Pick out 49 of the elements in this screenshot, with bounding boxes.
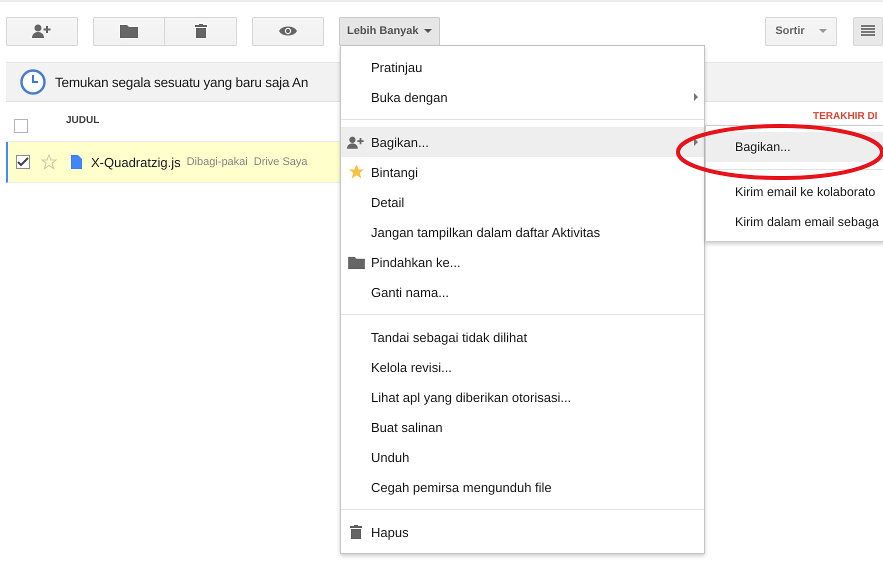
menu-item[interactable]: Buka dengan [341,82,704,112]
submenu-arrow-icon [694,138,698,146]
file-name[interactable]: X-Quadratzig.js [91,154,181,170]
menu-item[interactable]: Kelola revisi... [341,352,704,382]
menu-item[interactable]: Hapus [341,517,704,547]
clock-icon [20,69,46,95]
menu-item[interactable]: Kirim email ke kolaborato [706,177,883,207]
menu-item[interactable]: Buat salinan [341,412,704,442]
sort-button[interactable]: Sortir [765,16,837,46]
menu-item[interactable]: Unduh [341,442,704,472]
file-tag: Drive Saya [254,156,308,168]
caret-icon [424,29,432,33]
menu-item[interactable]: Bagikan... [706,132,883,162]
list-view-button[interactable] [853,16,883,46]
eye-icon [279,25,297,37]
person-add-icon [347,136,365,148]
folder-icon [348,256,364,268]
menu-item[interactable]: Pindahkan ke... [341,247,704,277]
banner-text: Temukan segala sesuatu yang baru saja An [55,74,308,90]
more-button[interactable]: Lebih Banyak [339,16,440,46]
list-icon [861,25,875,37]
select-all-checkbox[interactable] [14,119,28,133]
folder-icon [120,24,138,38]
star-icon[interactable] [41,154,57,170]
menu-item[interactable]: Tandai sebagai tidak dilihat [341,322,704,352]
trash-icon [194,24,206,38]
menu-item[interactable]: Bintangi [341,157,704,187]
column-header[interactable]: JUDUL [66,115,100,126]
share-button[interactable] [6,16,78,46]
menu-item[interactable]: Detail [341,187,704,217]
menu-item[interactable]: Pratinjau [341,52,704,82]
caret-icon [818,29,827,33]
star-icon [348,164,364,180]
row-checkbox[interactable] [16,155,30,169]
move-button[interactable] [93,16,165,46]
menu-item[interactable]: Cegah pemirsa mengunduh file [341,472,704,502]
menu-item[interactable]: Ganti nama... [341,277,704,307]
delete-button[interactable] [165,16,237,46]
person-add-icon [32,24,52,38]
menu-item[interactable]: Kirim dalam email sebaga [706,207,883,237]
menu-item[interactable]: Bagikan... [341,127,704,157]
submenu-arrow-icon [694,93,698,101]
file-tag: Dibagi-pakai [186,156,248,168]
menu-item[interactable]: Lihat apl yang diberikan otorisasi... [341,382,704,412]
menu-item[interactable]: Jangan tampilkan dalam daftar Aktivitas [341,217,704,247]
document-icon [71,155,82,169]
column-header[interactable]: TERAKHIR DI [813,111,878,122]
trash-icon [350,525,362,539]
preview-button[interactable] [252,16,324,46]
